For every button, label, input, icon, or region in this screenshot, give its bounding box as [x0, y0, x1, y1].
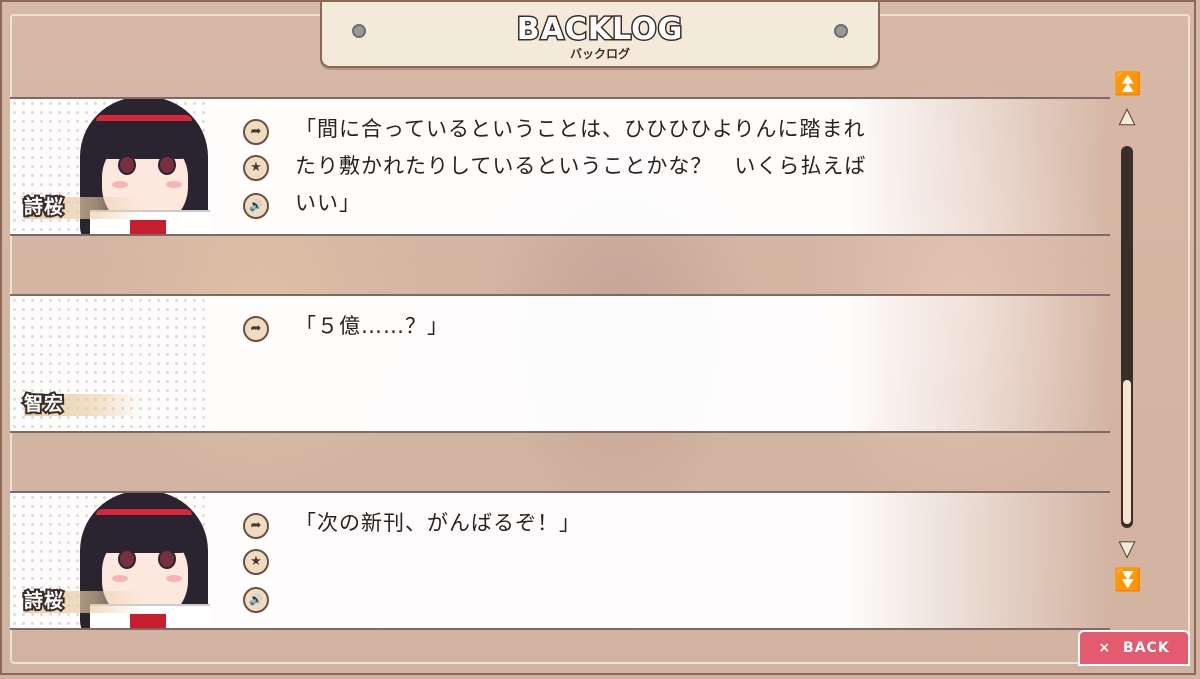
voice-icon[interactable]: 🔊 — [243, 587, 269, 613]
favorite-icon[interactable]: ★ — [243, 155, 269, 181]
back-button[interactable]: × BACK — [1078, 630, 1190, 666]
backlog-entry: 詩桜 ➦ ★ 🔊 「間に合っているということは、ひひひひよりんに踏まれ たり敷か… — [10, 97, 1110, 236]
voice-icon[interactable]: 🔊 — [243, 193, 269, 219]
jump-icon[interactable]: ➦ — [243, 119, 269, 145]
scroll-top-icon[interactable]: ⏫ — [1113, 73, 1142, 97]
scroll-bottom-icon[interactable]: ⏬ — [1113, 569, 1142, 593]
jump-icon[interactable]: ➦ — [243, 316, 269, 342]
dialogue-text: 「５億……？」 — [295, 314, 449, 338]
page-title: BACKLOG — [515, 11, 684, 49]
jump-icon[interactable]: ➦ — [243, 513, 269, 539]
scrollbar-thumb[interactable] — [1123, 380, 1131, 524]
speaker-name: 詩桜 — [22, 194, 65, 220]
dialogue-text: 「次の新刊、がんばるぞ！」 — [295, 511, 581, 535]
back-label: BACK — [1123, 640, 1170, 656]
backlog-entry: 智宏 ➦ 「５億……？」 — [10, 294, 1110, 433]
dialogue-text: 「間に合っているということは、ひひひひよりんに踏まれ たり敷かれたりしているとい… — [295, 117, 867, 215]
favorite-icon[interactable]: ★ — [243, 549, 269, 575]
scroll-up-icon[interactable]: ▲ — [1114, 105, 1140, 128]
backlog-entry: 詩桜 ➦ ★ 🔊 「次の新刊、がんばるぞ！」 — [10, 491, 1110, 630]
close-icon: × — [1098, 640, 1112, 656]
page-subtitle: バックログ — [569, 47, 630, 61]
speaker-name: 詩桜 — [22, 588, 65, 614]
scroll-down-icon[interactable]: ▼ — [1114, 537, 1140, 560]
speaker-name: 智宏 — [22, 391, 65, 417]
title-plate: BACKLOG バックログ — [320, 2, 880, 68]
